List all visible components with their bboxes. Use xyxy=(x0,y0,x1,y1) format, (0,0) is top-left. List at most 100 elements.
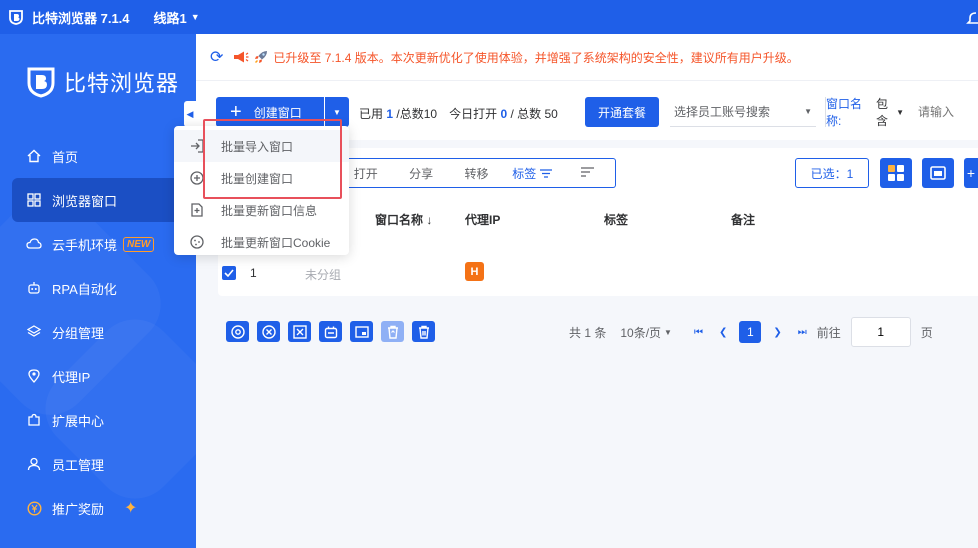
share-button[interactable]: 分享 xyxy=(393,165,448,182)
yen-icon xyxy=(26,500,42,516)
puzzle-icon xyxy=(26,412,42,428)
sort-icon xyxy=(580,167,594,177)
column-header-name[interactable]: 窗口名称 ↓ xyxy=(375,211,432,228)
row-checkbox[interactable] xyxy=(222,266,236,280)
close-browser-button[interactable] xyxy=(257,321,280,342)
total-label: /总数10 xyxy=(396,107,438,121)
tags-label: 标签 xyxy=(512,166,537,181)
sidebar-item-label: 扩展中心 xyxy=(52,413,105,429)
sidebar-item-label: 云手机环境 xyxy=(52,237,118,253)
last-page-icon[interactable]: ⏭ xyxy=(798,327,807,338)
sidebar-item-browser-windows[interactable]: 浏览器窗口 xyxy=(12,178,196,222)
first-page-icon[interactable]: ⏮ xyxy=(694,327,703,338)
window-layout-icon xyxy=(930,166,946,180)
table-row[interactable]: 1 未分组 H xyxy=(218,260,978,288)
row-index: 1 xyxy=(250,266,257,280)
sidebar-item-label: 浏览器窗口 xyxy=(52,193,118,209)
window-arrange-button[interactable] xyxy=(922,158,954,188)
robot-action-button[interactable] xyxy=(319,321,342,342)
rocket-icon xyxy=(255,51,268,64)
staff-account-select[interactable]: 选择员工账号搜索 ▼ xyxy=(670,97,816,127)
column-header-tags: 标签 xyxy=(604,212,629,227)
column-header-proxy: 代理IP xyxy=(465,212,501,227)
create-window-menu: 批量导入窗口 批量创建窗口 批量更新窗口信息 批量更新窗口Cookie xyxy=(174,126,349,255)
tags-button[interactable]: 标签 xyxy=(504,165,559,182)
open-browser-button[interactable] xyxy=(226,321,249,342)
menu-item-batch-update-info[interactable]: 批量更新窗口信息 xyxy=(174,194,349,226)
notice-text: 已升级至 7.1.4 版本。本次更新优化了使用体验，并增强了系统架构的安全性，建… xyxy=(273,50,799,65)
megaphone-icon xyxy=(234,51,249,63)
create-window-label: 创建窗口 xyxy=(253,105,302,120)
usage-stats: 已用 1 /总数10 今日打开 0 / 总数 50 xyxy=(359,105,558,122)
filter-icon xyxy=(539,168,552,178)
add-column-button[interactable]: + xyxy=(964,158,978,188)
brand-logo-icon xyxy=(27,67,55,98)
route-selector[interactable]: 线路1 ▼ xyxy=(154,8,200,27)
sidebar-item-label: 首页 xyxy=(52,149,79,165)
create-window-button[interactable]: + 创建窗口 xyxy=(216,97,324,127)
chevron-down-icon: ▼ xyxy=(333,107,341,117)
bell-icon[interactable] xyxy=(966,8,978,26)
sidebar-item-label: 员工管理 xyxy=(52,457,105,473)
delete-button[interactable] xyxy=(412,321,435,342)
sidebar-item-referral[interactable]: 推广奖励 ✦ xyxy=(12,486,196,530)
window-minimize-icon xyxy=(354,325,369,338)
new-badge: NEW xyxy=(123,236,155,252)
sidebar-item-cloud-phone[interactable]: 云手机环境 NEW xyxy=(12,222,196,266)
sidebar-item-rpa[interactable]: RPA自动化 xyxy=(12,266,196,310)
sidebar-item-label: 代理IP xyxy=(52,369,91,385)
sidebar-logo: 比特浏览器 xyxy=(26,66,179,98)
menu-item-batch-import[interactable]: 批量导入窗口 xyxy=(174,130,349,162)
sidebar-collapse-button[interactable]: ◀ xyxy=(184,101,196,127)
minimize-window-button[interactable] xyxy=(350,321,373,342)
today-label: 今日打开 xyxy=(449,107,498,121)
sidebar: 比特浏览器 首页 浏览器窗口 云手机环境 NEW RPA自动化 分组管理 代理I… xyxy=(0,34,196,548)
plus-circle-icon xyxy=(190,171,204,185)
selected-count-button[interactable]: 已选：1 xyxy=(795,158,869,188)
goto-page-input[interactable] xyxy=(850,317,911,347)
notice-bar: ⟳ 已升级至 7.1.4 版本。本次更新优化了使用体验，并增强了系统架构的安全性… xyxy=(196,34,978,80)
home-icon xyxy=(26,148,42,164)
close-circle-icon xyxy=(261,324,276,339)
app-title: 比特浏览器 7.1.4 xyxy=(32,10,130,26)
proxy-type-badge: H xyxy=(465,262,484,281)
filter-operator-value: 包含 xyxy=(876,97,889,128)
sidebar-item-home[interactable]: 首页 xyxy=(12,134,196,178)
page-size-select[interactable]: 10条/页 ▼ xyxy=(620,324,672,341)
grid-view-button[interactable] xyxy=(880,158,912,188)
sparkle-icon: ✦ xyxy=(124,500,138,517)
sidebar-item-proxy-ip[interactable]: 代理IP xyxy=(12,354,196,398)
menu-item-batch-create[interactable]: 批量创建窗口 xyxy=(174,162,349,194)
sidebar-item-extensions[interactable]: 扩展中心 xyxy=(12,398,196,442)
filter-input[interactable] xyxy=(918,105,978,119)
create-window-dropdown-button[interactable]: ▼ xyxy=(325,97,349,127)
today-value: 0 xyxy=(500,107,508,121)
sort-button[interactable] xyxy=(560,166,615,180)
prev-page-icon[interactable]: ❮ xyxy=(719,327,727,338)
chevron-down-icon: ▼ xyxy=(896,107,904,117)
today-opens: 今日打开 0 / 总数 50 xyxy=(449,105,558,122)
menu-item-label: 批量创建窗口 xyxy=(221,171,294,186)
sidebar-item-groups[interactable]: 分组管理 xyxy=(12,310,196,354)
chevron-down-icon: ▼ xyxy=(804,107,812,116)
subscribe-plan-button[interactable]: 开通套餐 xyxy=(585,97,659,127)
close-window-button[interactable] xyxy=(288,321,311,342)
recycle-button[interactable] xyxy=(381,321,404,342)
close-square-icon xyxy=(292,324,307,339)
refresh-icon[interactable]: ⟳ xyxy=(210,47,223,67)
today-total: / 总数 50 xyxy=(510,107,558,121)
filter-label: 窗口名称: xyxy=(826,97,863,128)
current-page[interactable]: 1 xyxy=(739,321,762,343)
filter-operator-select[interactable]: 包含 ▼ xyxy=(876,95,904,129)
menu-item-label: 批量更新窗口信息 xyxy=(221,203,318,218)
total-count: 共 1 条 xyxy=(569,325,607,340)
transfer-button[interactable]: 转移 xyxy=(449,165,504,182)
sidebar-item-staff[interactable]: 员工管理 xyxy=(12,442,196,486)
location-icon xyxy=(26,368,42,384)
window-name-filter: 窗口名称: 包含 ▼ xyxy=(825,95,978,129)
next-page-icon[interactable]: ❯ xyxy=(773,327,781,338)
sidebar-nav: 首页 浏览器窗口 云手机环境 NEW RPA自动化 分组管理 代理IP 扩展中心… xyxy=(12,134,196,530)
goto-label: 前往 xyxy=(816,325,841,340)
sidebar-item-label: RPA自动化 xyxy=(52,281,117,297)
menu-item-batch-update-cookie[interactable]: 批量更新窗口Cookie xyxy=(174,226,349,258)
